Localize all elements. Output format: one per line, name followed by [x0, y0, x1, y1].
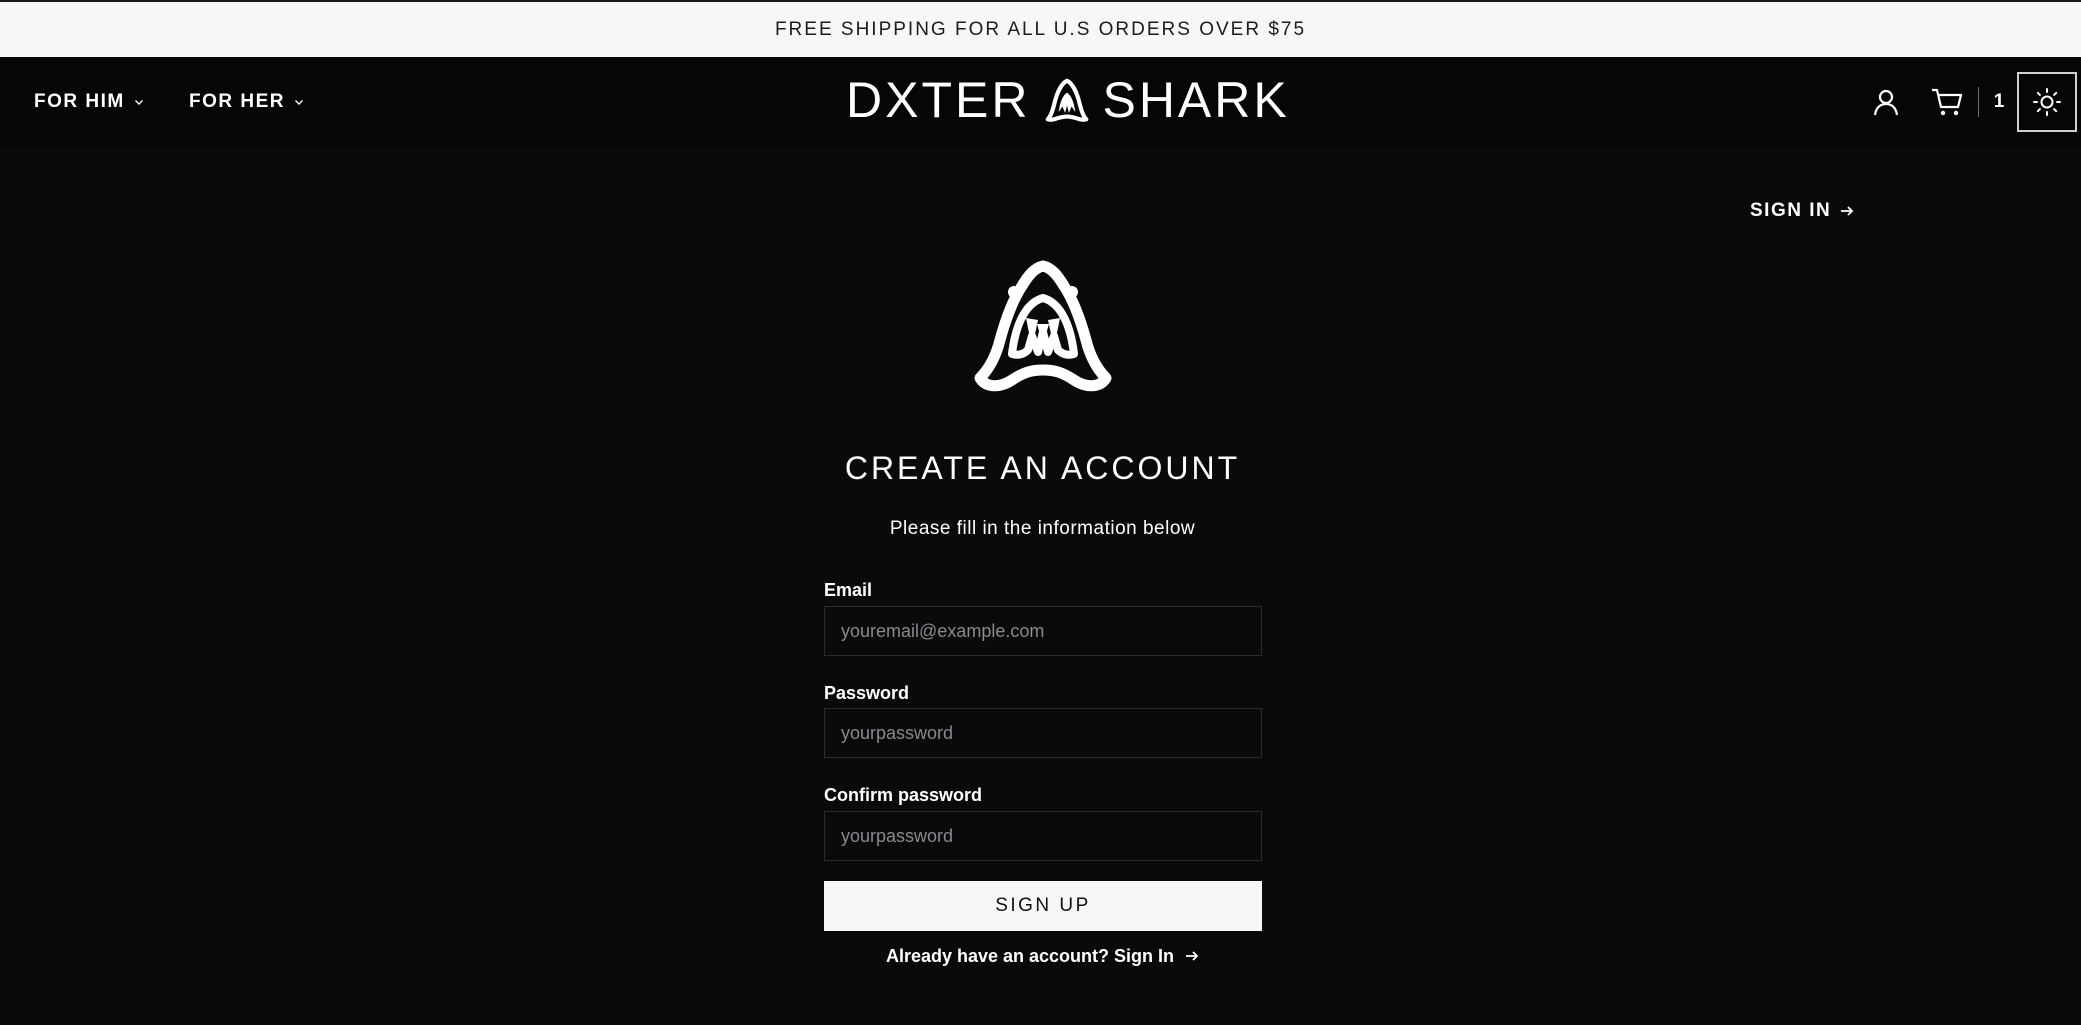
confirm-password-field[interactable]: [824, 811, 1262, 861]
page-subtitle: Please fill in the information below: [889, 518, 1196, 539]
sign-in-label: SIGN IN: [1750, 200, 1832, 221]
account-button[interactable]: [1870, 86, 1902, 118]
brand-name-left: DXTER: [846, 72, 1031, 128]
already-have-account-link[interactable]: Already have an account? Sign In: [824, 942, 1262, 970]
nav-item-label: FOR HER: [189, 90, 285, 112]
cart-button[interactable]: [1930, 86, 1964, 118]
arrow-right-icon: [1186, 951, 1199, 961]
account-icon: [1873, 89, 1899, 116]
cart-icon: [1932, 88, 1963, 116]
sun-icon: [2033, 88, 2061, 116]
nav-item-for-him[interactable]: FOR HIM: [34, 57, 145, 146]
nav-item-label: FOR HIM: [34, 90, 125, 112]
sign-in-link[interactable]: SIGN IN: [1750, 197, 1855, 225]
password-field[interactable]: [824, 708, 1262, 758]
chevron-down-icon: [295, 99, 303, 105]
header-divider: [1978, 87, 1979, 117]
page-title: CREATE AN ACCOUNT: [844, 450, 1241, 486]
theme-toggle-button[interactable]: [2017, 72, 2077, 132]
already-have-account-text: Already have an account? Sign In: [885, 945, 1175, 966]
confirm-password-label: Confirm password: [824, 785, 983, 805]
email-label: Email: [824, 580, 873, 600]
nav-item-for-her[interactable]: FOR HER: [189, 57, 305, 146]
cart-count-badge[interactable]: 1: [1990, 87, 2008, 117]
brand-name-right: SHARK: [1102, 72, 1290, 128]
shark-logo-icon: [974, 260, 1112, 392]
email-field[interactable]: [824, 606, 1262, 656]
arrow-right-icon: [1841, 206, 1854, 216]
sign-up-button[interactable]: SIGN UP: [824, 881, 1262, 931]
chevron-down-icon: [134, 99, 143, 105]
site-header: FOR HIM FOR HER DXTER SHARK 1: [0, 57, 2081, 146]
announcement-text: FREE SHIPPING FOR ALL U.S ORDERS OVER $7…: [774, 18, 1307, 40]
shark-logo-icon: [1046, 78, 1089, 122]
password-label: Password: [824, 683, 910, 703]
announcement-bar: FREE SHIPPING FOR ALL U.S ORDERS OVER $7…: [0, 0, 2081, 57]
brand-logo[interactable]: DXTER SHARK: [846, 70, 1290, 130]
